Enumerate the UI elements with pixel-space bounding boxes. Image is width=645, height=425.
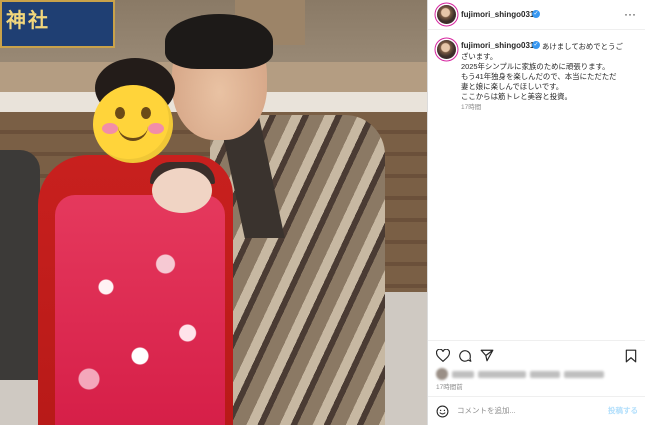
blurred-text — [564, 371, 604, 378]
shrine-sign: 神社 — [0, 0, 115, 48]
baby-face — [152, 168, 212, 213]
verified-badge-icon: ✓ — [532, 10, 540, 18]
action-bar — [428, 340, 645, 368]
post-comment-button[interactable]: 投稿する — [608, 405, 638, 416]
smiley-cheek — [148, 123, 164, 134]
liker-avatar — [436, 368, 448, 380]
comment-icon[interactable] — [458, 349, 472, 363]
verified-badge-icon: ✓ — [532, 41, 540, 49]
blurred-text — [478, 371, 526, 378]
share-icon[interactable] — [480, 349, 494, 362]
comment-composer: 投稿する — [428, 396, 645, 425]
smiley-eye — [115, 107, 125, 119]
post-side-panel: fujimori_shingo0317 ✓ ··· fujimori_shing… — [427, 0, 645, 425]
caption-username[interactable]: fujimori_shingo0317 — [461, 41, 539, 50]
shrine-sign-text: 神社 — [6, 8, 50, 32]
avatar[interactable] — [437, 5, 456, 24]
blurred-text — [530, 371, 560, 378]
baby-floral-blanket — [55, 195, 225, 425]
more-options-icon[interactable]: ··· — [624, 7, 636, 21]
caption-avatar[interactable] — [437, 40, 456, 59]
blurred-text — [452, 371, 474, 378]
caption-timestamp[interactable]: 17時間 — [461, 101, 481, 111]
smiley-face-sticker — [93, 85, 173, 163]
post-photo[interactable]: 神社 — [0, 0, 427, 425]
background-person — [0, 150, 40, 380]
likes-summary-blurred — [436, 368, 631, 380]
heart-icon[interactable] — [436, 349, 450, 362]
man-hair — [165, 14, 273, 69]
smiley-cheek — [102, 123, 118, 134]
caption-text-line-1: あけましておめでとうご — [542, 42, 623, 51]
smiley-eye — [141, 107, 151, 119]
post-header: fujimori_shingo0317 ✓ ··· — [428, 0, 645, 30]
comment-input[interactable] — [457, 406, 597, 415]
smiley-mouth — [118, 125, 148, 141]
header-username[interactable]: fujimori_shingo0317 — [461, 10, 539, 19]
post-timestamp[interactable]: 17時間前 — [436, 381, 463, 391]
emoji-icon[interactable] — [436, 405, 449, 418]
bookmark-icon[interactable] — [625, 349, 637, 363]
